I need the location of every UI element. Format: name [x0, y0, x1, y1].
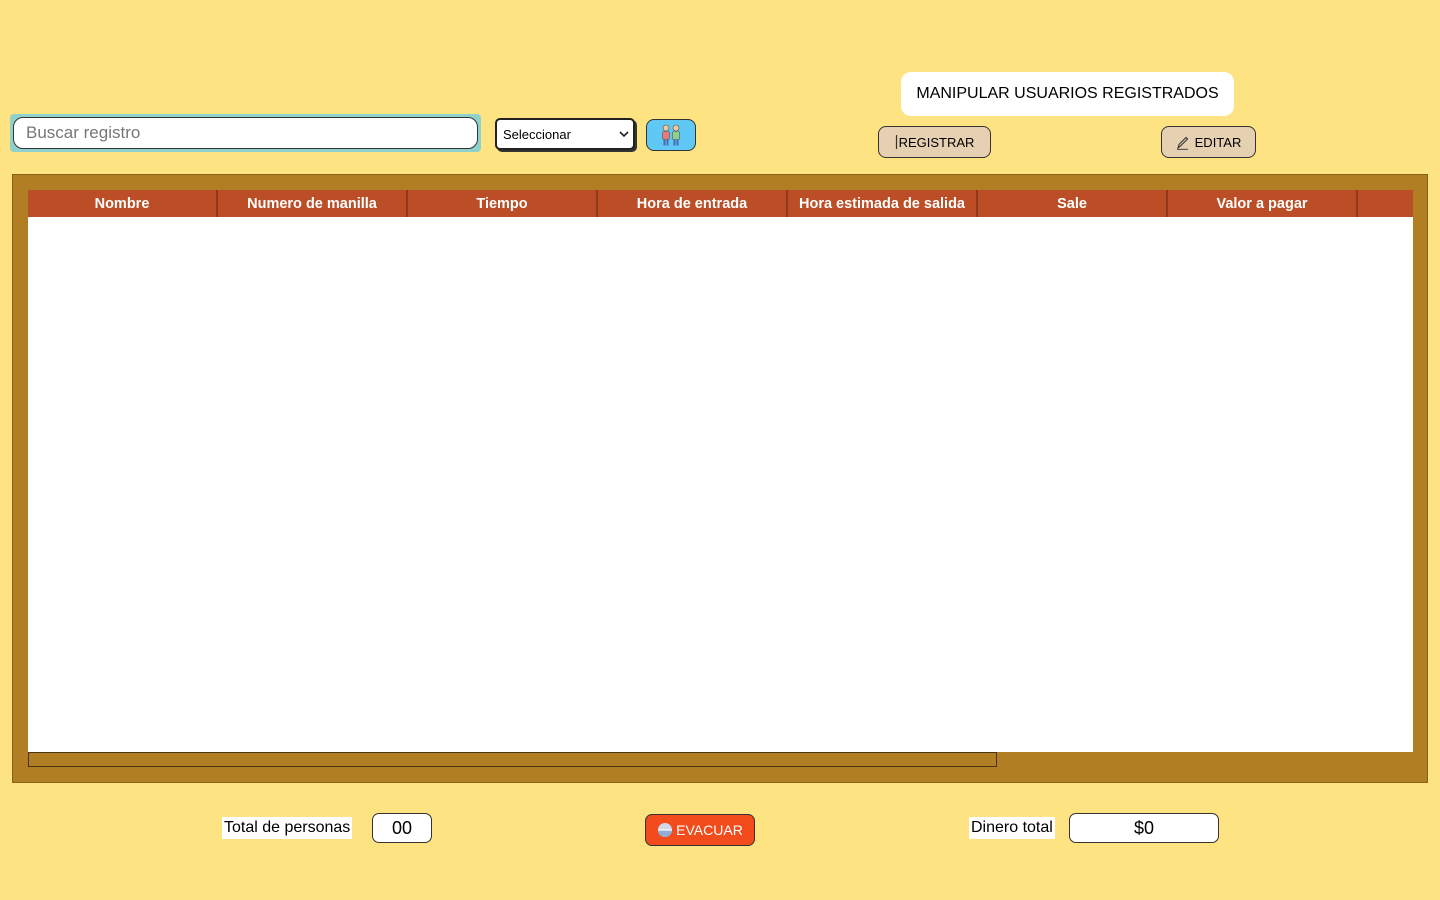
pencil-icon — [1176, 136, 1188, 150]
total-personas-label: Total de personas — [222, 817, 353, 839]
people-icon — [662, 124, 680, 146]
cursor-icon — [895, 135, 897, 149]
total-personas-value: 00 — [372, 813, 432, 843]
editar-button[interactable]: EDITAR — [1161, 126, 1256, 158]
records-table-panel: Nombre Numero de manilla Tiempo Hora de … — [12, 174, 1428, 783]
chevron-down-icon — [619, 131, 629, 138]
search-field-wrapper — [10, 114, 481, 152]
people-filter-button[interactable] — [646, 119, 696, 151]
column-header-hora-entrada[interactable]: Hora de entrada — [598, 190, 788, 217]
column-header-valor-pagar[interactable]: Valor a pagar — [1168, 190, 1358, 217]
filter-select[interactable]: Seleccionar — [495, 118, 635, 150]
dinero-total-value: $0 — [1069, 813, 1219, 843]
column-header-extra — [1358, 190, 1413, 217]
column-header-tiempo[interactable]: Tiempo — [408, 190, 598, 217]
column-header-hora-salida[interactable]: Hora estimada de salida — [788, 190, 978, 217]
dinero-total-label: Dinero total — [969, 817, 1055, 839]
filter-select-value: Seleccionar — [503, 126, 571, 142]
column-header-numero-manilla[interactable]: Numero de manilla — [218, 190, 408, 217]
circle-icon — [658, 823, 673, 837]
registrar-button[interactable]: REGISTRAR — [878, 126, 991, 158]
table-header: Nombre Numero de manilla Tiempo Hora de … — [28, 190, 1413, 217]
records-table: Nombre Numero de manilla Tiempo Hora de … — [28, 190, 1413, 752]
column-header-nombre[interactable]: Nombre — [28, 190, 218, 217]
manage-users-title: MANIPULAR USUARIOS REGISTRADOS — [901, 72, 1234, 116]
column-header-sale[interactable]: Sale — [978, 190, 1168, 217]
editar-label: EDITAR — [1194, 134, 1242, 150]
search-input[interactable] — [13, 117, 478, 149]
evacuar-button[interactable]: EVACUAR — [645, 814, 755, 846]
evacuar-label: EVACUAR — [676, 822, 743, 838]
horizontal-scrollbar[interactable] — [28, 752, 997, 767]
registrar-label: REGISTRAR — [898, 134, 975, 150]
